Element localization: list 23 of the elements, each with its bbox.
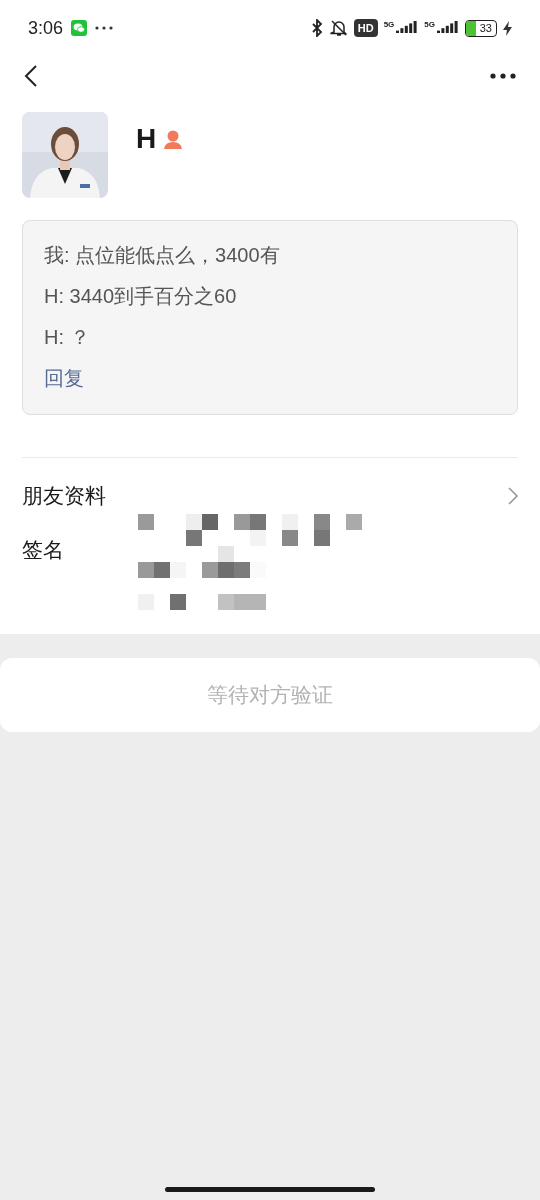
battery-level-text: 33 [478,22,493,34]
network-type-label: 5G [424,21,435,29]
message-text: H: 3440到手百分之60 [44,284,238,308]
profile-row[interactable]: 朋友资料 [22,458,518,534]
charging-icon [503,20,512,36]
chevron-icon [508,487,518,505]
hd-badge: HD [353,19,378,37]
more-icon [490,73,516,79]
contact-name: H [136,122,157,156]
message-text: H: ？ [44,325,91,349]
mute-bell-icon [329,19,348,37]
signature-label: 签名 [22,537,64,563]
clock-time: 3:06 [28,16,64,40]
back-icon [24,64,38,88]
signal-icon [396,21,419,35]
message-text: 我: 点位能低点么，3400有 [44,243,281,267]
female-person-icon [162,128,185,150]
signal-icon [437,21,459,35]
reply-link[interactable]: 回复 [44,366,84,390]
network-type-label: 5G [383,21,395,29]
more-icon [95,26,114,30]
bluetooth-icon [309,19,324,37]
chat-app-icon [71,20,88,36]
